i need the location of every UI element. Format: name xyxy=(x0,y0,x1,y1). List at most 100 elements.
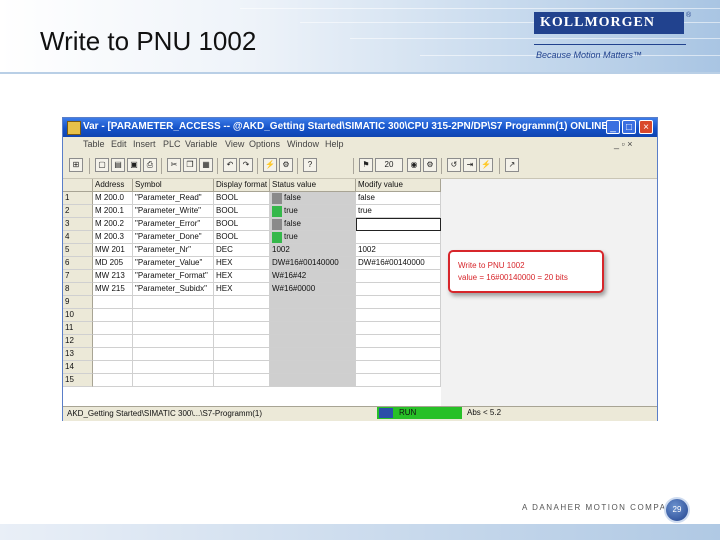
paste-icon[interactable]: ▦ xyxy=(199,158,213,172)
cell-status[interactable] xyxy=(270,296,356,309)
cell-format[interactable]: DEC xyxy=(214,244,270,257)
cell-address[interactable]: MW 201 xyxy=(93,244,133,257)
cell-address[interactable] xyxy=(93,374,133,387)
print-icon[interactable]: ⎙ xyxy=(143,158,157,172)
cell-address[interactable]: MW 213 xyxy=(93,270,133,283)
cell-status[interactable]: W#16#0000 xyxy=(270,283,356,296)
cell-symbol[interactable]: "Parameter_Write" xyxy=(133,205,214,218)
column-header[interactable]: Display format xyxy=(214,179,270,192)
cell-status[interactable]: 1002 xyxy=(270,244,356,257)
redo-icon[interactable]: ↷ xyxy=(239,158,253,172)
cell-status[interactable] xyxy=(270,374,356,387)
cell-format[interactable] xyxy=(214,309,270,322)
cell-symbol[interactable]: "Parameter_Done" xyxy=(133,231,214,244)
cell-address[interactable] xyxy=(93,322,133,335)
cell-format[interactable] xyxy=(214,296,270,309)
cell-symbol[interactable] xyxy=(133,361,214,374)
cell-address[interactable]: M 200.2 xyxy=(93,218,133,231)
cell-format[interactable] xyxy=(214,348,270,361)
cell-format[interactable]: HEX xyxy=(214,270,270,283)
cell-modify[interactable]: true xyxy=(356,205,441,218)
cell-modify[interactable] xyxy=(356,322,441,335)
menu-help[interactable]: Help xyxy=(325,139,344,149)
cell-symbol[interactable]: "Parameter_Value" xyxy=(133,257,214,270)
menu-window[interactable]: Window xyxy=(287,139,319,149)
cell-address[interactable]: M 200.3 xyxy=(93,231,133,244)
cell-status[interactable]: true xyxy=(270,231,356,244)
trigger-icon[interactable]: ⚑ xyxy=(359,158,373,172)
cell-modify[interactable] xyxy=(356,270,441,283)
cell-symbol[interactable]: "Parameter_Subidx" xyxy=(133,283,214,296)
cell-symbol[interactable] xyxy=(133,309,214,322)
zoom-value[interactable]: 20 xyxy=(375,158,403,172)
column-header[interactable]: Symbol xyxy=(133,179,214,192)
cell-symbol[interactable] xyxy=(133,374,214,387)
cell-modify[interactable] xyxy=(356,335,441,348)
cell-modify[interactable] xyxy=(356,218,441,231)
cell-modify[interactable] xyxy=(356,309,441,322)
cell-address[interactable]: M 200.0 xyxy=(93,192,133,205)
cell-address[interactable]: M 200.1 xyxy=(93,205,133,218)
cell-address[interactable] xyxy=(93,348,133,361)
column-header[interactable]: Address xyxy=(93,179,133,192)
cell-address[interactable] xyxy=(93,309,133,322)
cell-modify[interactable]: 1002 xyxy=(356,244,441,257)
menu-variable[interactable]: Variable xyxy=(185,139,217,149)
cell-modify[interactable]: false xyxy=(356,192,441,205)
help-icon[interactable]: ? xyxy=(303,158,317,172)
cell-symbol[interactable] xyxy=(133,322,214,335)
cell-status[interactable] xyxy=(270,361,356,374)
cell-status[interactable]: DW#16#00140000 xyxy=(270,257,356,270)
pin-icon[interactable]: ⊞ xyxy=(69,158,83,172)
cell-symbol[interactable]: "Parameter_Read" xyxy=(133,192,214,205)
monitor-icon[interactable]: ⚡ xyxy=(263,158,277,172)
modify-icon[interactable]: ⚙ xyxy=(279,158,293,172)
close-button[interactable]: × xyxy=(639,120,653,134)
cell-symbol[interactable]: "Parameter_Format" xyxy=(133,270,214,283)
watch-icon[interactable]: ↺ xyxy=(447,158,461,172)
cell-status[interactable] xyxy=(270,335,356,348)
cell-address[interactable] xyxy=(93,296,133,309)
modify-variable-icon[interactable]: ⚙ xyxy=(423,158,437,172)
cell-format[interactable]: BOOL xyxy=(214,192,270,205)
menu-table[interactable]: Table xyxy=(83,139,105,149)
new-icon[interactable]: ▢ xyxy=(95,158,109,172)
mdi-window-buttons[interactable]: _ ▫ × xyxy=(614,139,632,149)
monitor-variable-icon[interactable]: ◉ xyxy=(407,158,421,172)
cell-format[interactable]: BOOL xyxy=(214,231,270,244)
cell-symbol[interactable]: "Parameter_Error" xyxy=(133,218,214,231)
cell-status[interactable]: W#16#42 xyxy=(270,270,356,283)
cell-modify[interactable] xyxy=(356,348,441,361)
cell-modify[interactable] xyxy=(356,296,441,309)
menu-view[interactable]: View xyxy=(225,139,244,149)
column-header[interactable]: Status value xyxy=(270,179,356,192)
cell-status[interactable] xyxy=(270,348,356,361)
cell-format[interactable]: HEX xyxy=(214,283,270,296)
open-icon[interactable]: ▤ xyxy=(111,158,125,172)
cell-format[interactable] xyxy=(214,335,270,348)
cell-format[interactable]: HEX xyxy=(214,257,270,270)
cell-address[interactable]: MD 205 xyxy=(93,257,133,270)
menu-options[interactable]: Options xyxy=(249,139,280,149)
cell-symbol[interactable]: "Parameter_Nr" xyxy=(133,244,214,257)
cell-symbol[interactable] xyxy=(133,296,214,309)
cell-status[interactable]: true xyxy=(270,205,356,218)
cell-symbol[interactable] xyxy=(133,335,214,348)
cell-modify[interactable] xyxy=(356,374,441,387)
cell-format[interactable]: BOOL xyxy=(214,218,270,231)
column-header[interactable]: Modify value xyxy=(356,179,441,192)
cell-format[interactable]: BOOL xyxy=(214,205,270,218)
cell-address[interactable] xyxy=(93,361,133,374)
copy-icon[interactable]: ❐ xyxy=(183,158,197,172)
maximize-button[interactable]: □ xyxy=(622,120,636,134)
undo-icon[interactable]: ↶ xyxy=(223,158,237,172)
cell-modify[interactable] xyxy=(356,361,441,374)
minimize-button[interactable]: _ xyxy=(606,120,620,134)
cell-status[interactable] xyxy=(270,309,356,322)
cell-status[interactable] xyxy=(270,322,356,335)
cell-format[interactable] xyxy=(214,374,270,387)
cell-status[interactable]: false xyxy=(270,192,356,205)
cell-address[interactable]: MW 215 xyxy=(93,283,133,296)
cell-status[interactable]: false xyxy=(270,218,356,231)
cut-icon[interactable]: ✂ xyxy=(167,158,181,172)
